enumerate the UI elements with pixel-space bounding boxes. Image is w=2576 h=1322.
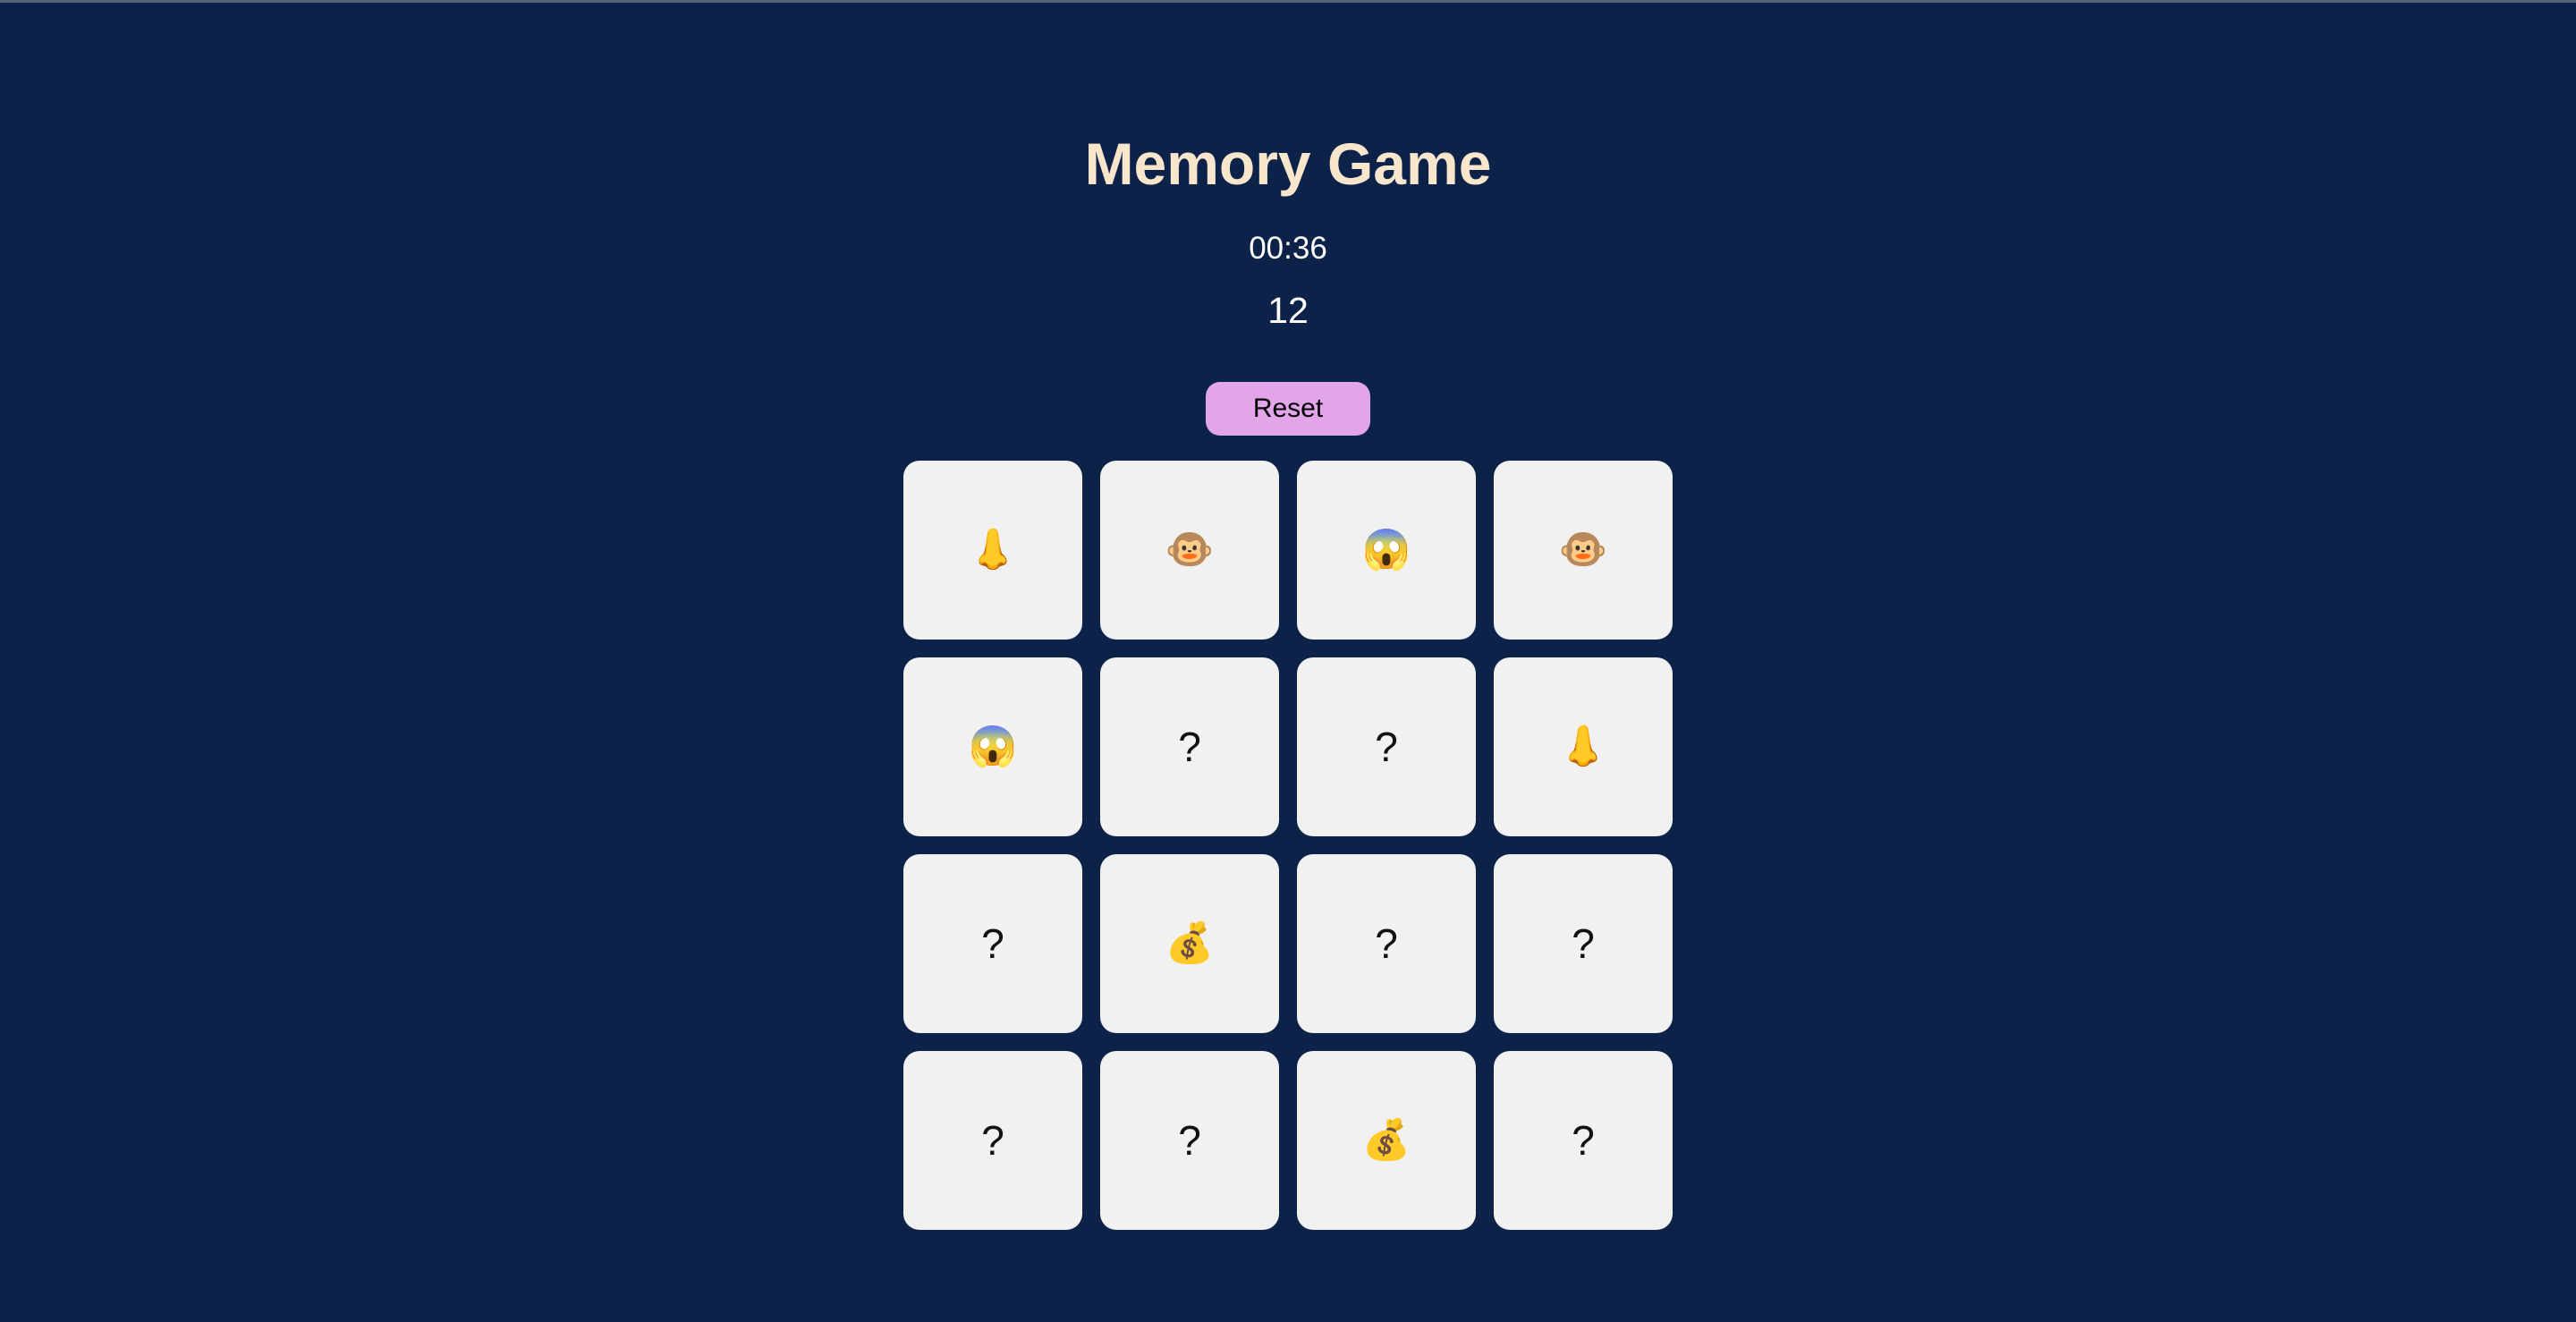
window-top-edge xyxy=(0,0,2576,3)
question-mark-icon: ? xyxy=(1178,724,1201,770)
question-mark-icon: ? xyxy=(981,920,1004,967)
card-8[interactable]: 👃 xyxy=(1494,657,1673,836)
nose-icon: 👃 xyxy=(968,528,1018,572)
money-bag-icon: 💰 xyxy=(1165,921,1215,965)
card-13[interactable]: ? xyxy=(903,1051,1082,1230)
money-bag-icon: 💰 xyxy=(1361,1118,1411,1162)
moves-counter: 12 xyxy=(1267,290,1309,331)
page-title: Memory Game xyxy=(1084,131,1492,197)
card-16[interactable]: ? xyxy=(1494,1051,1673,1230)
card-15[interactable]: 💰 xyxy=(1297,1051,1476,1230)
question-mark-icon: ? xyxy=(1572,1117,1595,1164)
card-2[interactable]: 🐵 xyxy=(1100,461,1279,640)
card-grid: 👃 🐵 😱 🐵 😱 ? ? 👃 ? 💰 ? ? ? ? 💰 ? xyxy=(903,461,1673,1230)
nose-icon: 👃 xyxy=(1558,725,1608,768)
card-11[interactable]: ? xyxy=(1297,854,1476,1033)
timer-display: 00:36 xyxy=(1249,231,1327,266)
card-4[interactable]: 🐵 xyxy=(1494,461,1673,640)
card-1[interactable]: 👃 xyxy=(903,461,1082,640)
card-12[interactable]: ? xyxy=(1494,854,1673,1033)
screaming-face-icon: 😱 xyxy=(968,725,1018,768)
card-14[interactable]: ? xyxy=(1100,1051,1279,1230)
card-7[interactable]: ? xyxy=(1297,657,1476,836)
card-3[interactable]: 😱 xyxy=(1297,461,1476,640)
monkey-face-icon: 🐵 xyxy=(1558,528,1608,572)
reset-button[interactable]: Reset xyxy=(1206,382,1370,436)
question-mark-icon: ? xyxy=(1178,1117,1201,1164)
question-mark-icon: ? xyxy=(981,1117,1004,1164)
question-mark-icon: ? xyxy=(1375,920,1398,967)
card-10[interactable]: 💰 xyxy=(1100,854,1279,1033)
screaming-face-icon: 😱 xyxy=(1361,528,1411,572)
card-5[interactable]: 😱 xyxy=(903,657,1082,836)
monkey-face-icon: 🐵 xyxy=(1165,528,1215,572)
question-mark-icon: ? xyxy=(1375,724,1398,770)
card-6[interactable]: ? xyxy=(1100,657,1279,836)
card-9[interactable]: ? xyxy=(903,854,1082,1033)
question-mark-icon: ? xyxy=(1572,920,1595,967)
